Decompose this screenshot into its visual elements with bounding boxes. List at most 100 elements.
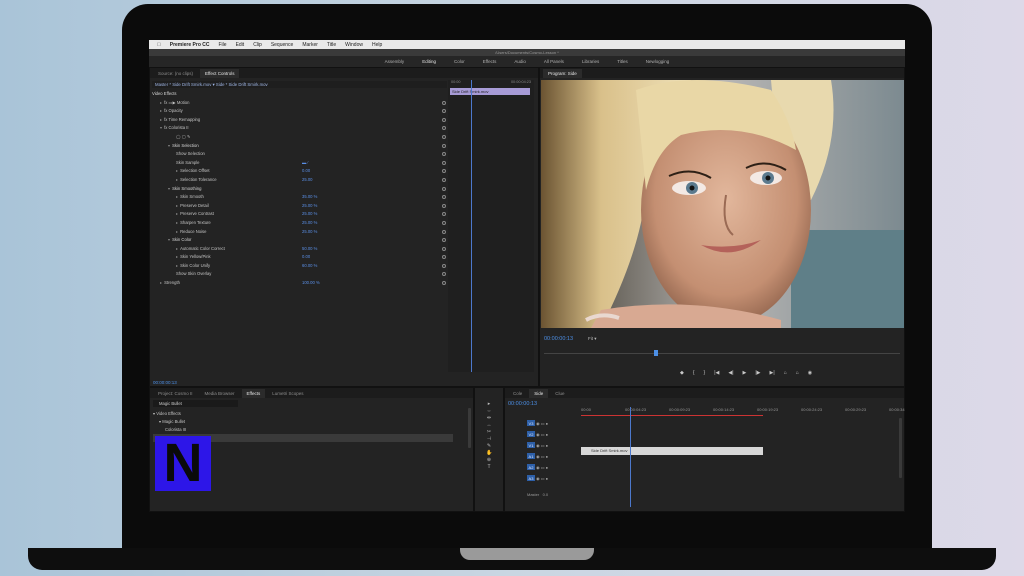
disclosure-triangle-icon[interactable]: ▸ (176, 254, 178, 259)
reset-icon[interactable] (442, 212, 446, 217)
master-value[interactable]: 0.0 (543, 492, 549, 497)
effect-property-row[interactable]: ▸ Skin Smooth 35.00 % (152, 193, 446, 202)
transport-button-0[interactable]: ◆ (680, 370, 684, 376)
tool-icon-8[interactable]: ⊕ (486, 457, 492, 463)
transport-button-8[interactable]: ⌂ (784, 370, 787, 376)
effect-controls-clip-header[interactable]: Master * Side Drift Smirk.mov ▾ Side * S… (152, 81, 447, 88)
effect-property-row[interactable]: ▸ Automatic Color Correct 50.00 % (152, 245, 446, 254)
workspace-effects[interactable]: Effects (483, 59, 497, 64)
effect-property-row[interactable]: ▸ Skin Yellow/Pink 0.00 (152, 253, 446, 262)
app-menu[interactable]: Premiere Pro CC (170, 42, 210, 48)
reset-icon[interactable] (442, 281, 446, 286)
tool-icon-6[interactable]: ✎ (486, 443, 492, 449)
menu-edit[interactable]: Edit (236, 42, 245, 48)
reset-icon[interactable] (442, 203, 446, 208)
reset-icon[interactable] (442, 195, 446, 200)
disclosure-triangle-icon[interactable]: ▾ (168, 237, 170, 242)
track-target-a3[interactable]: A3 (527, 475, 535, 481)
reset-icon[interactable] (442, 109, 446, 114)
effect-property-row[interactable]: Show Selection (152, 150, 446, 159)
track-toggle-icon[interactable]: ◉ ▭ ● (535, 465, 548, 470)
track-target-a2[interactable]: A2 (527, 464, 535, 470)
effect-property-row[interactable]: ▸ fx ▭▶ Motion (152, 99, 446, 108)
effect-property-row[interactable]: ▸ Preserve Detail 25.00 % (152, 202, 446, 211)
effects-search-input[interactable]: Magic Bullet (153, 400, 238, 407)
program-video-frame[interactable] (541, 80, 904, 328)
property-value[interactable]: ▬ ⁄ (302, 159, 308, 168)
menu-clip[interactable]: Clip (253, 42, 262, 48)
workspace-color[interactable]: Color (454, 59, 465, 64)
transport-button-1[interactable]: { (693, 370, 695, 376)
transport-button-10[interactable]: ◉ (808, 370, 812, 376)
transport-button-7[interactable]: ▶| (770, 370, 775, 376)
reset-icon[interactable] (442, 126, 446, 131)
effect-property-row[interactable]: ▸ Reduce Noise 25.00 % (152, 228, 446, 237)
menu-file[interactable]: File (219, 42, 227, 48)
program-scrubber[interactable] (544, 353, 900, 354)
workspace-libraries[interactable]: Libraries (582, 59, 599, 64)
workspace-titles[interactable]: Titles (617, 59, 628, 64)
tool-icon-5[interactable]: ⊣ (486, 436, 492, 442)
program-fit-dropdown[interactable]: Fit ▾ (588, 336, 597, 342)
transport-button-3[interactable]: |◀ (714, 370, 719, 376)
menu-sequence[interactable]: Sequence (271, 42, 294, 48)
track-target-v2[interactable]: V2 (527, 431, 535, 437)
effect-property-row[interactable]: ▸ Preserve Contrast 25.00 % (152, 210, 446, 219)
reset-icon[interactable] (442, 177, 446, 182)
menu-title[interactable]: Title (327, 42, 336, 48)
tool-icon-0[interactable]: ▸ (486, 401, 492, 407)
tab-effects-2[interactable]: Effects (241, 388, 266, 398)
menu-help[interactable]: Help (372, 42, 382, 48)
effect-property-row[interactable]: ▾ Skin Smoothing (152, 185, 446, 194)
effect-property-row[interactable]: ▸ Skin Color Unify 60.00 % (152, 262, 446, 271)
effect-property-row[interactable]: ▾ Skin Selection (152, 142, 446, 151)
reset-icon[interactable] (442, 152, 446, 157)
transport-button-9[interactable]: ⌂ (796, 370, 799, 376)
disclosure-triangle-icon[interactable]: ▸ (176, 229, 178, 234)
tool-icon-9[interactable]: T (486, 464, 492, 470)
property-value[interactable]: 35.00 % (302, 193, 317, 202)
tab-ec-0[interactable]: Source: (no clips) (153, 69, 198, 78)
effect-property-row[interactable]: ▾ Skin Color (152, 236, 446, 245)
track-target-v3[interactable]: V3 (527, 420, 535, 426)
effect-property-row[interactable]: ▸ fx Opacity (152, 107, 446, 116)
tab-ec-1[interactable]: Effect Controls (200, 68, 240, 78)
property-value[interactable]: 0.00 (302, 253, 310, 262)
property-value[interactable]: 25.00 % (302, 228, 317, 237)
effect-controls-mini-timeline[interactable]: 00:00 00:00:04:23 Side Drift Smirk.mov (448, 80, 534, 372)
menu-window[interactable]: Window (345, 42, 363, 48)
track-toggle-icon[interactable]: ◉ ▭ ● (535, 476, 548, 481)
effect-property-row[interactable]: ▸ Sharpen Texture 25.00 % (152, 219, 446, 228)
transport-button-2[interactable]: } (704, 370, 706, 376)
mini-timeline-clip[interactable]: Side Drift Smirk.mov (450, 88, 530, 95)
workspace-assembly[interactable]: Assembly (385, 59, 405, 64)
property-value[interactable]: 25.00 % (302, 219, 317, 228)
tab-program[interactable]: Program: Side (543, 68, 582, 78)
reset-icon[interactable] (442, 272, 446, 277)
track-target-v1[interactable]: V1 (527, 442, 535, 448)
track-toggle-icon[interactable]: ◉ ▭ ● (535, 454, 548, 459)
track-toggle-icon[interactable]: ◉ ▭ ● (535, 421, 548, 426)
disclosure-triangle-icon[interactable]: ▸ (176, 246, 178, 251)
tab-sequence-2[interactable]: Clue (550, 389, 569, 398)
timeline-clip[interactable]: Side Drift Smirk.mov (581, 447, 763, 455)
transport-button-4[interactable]: ◀| (728, 370, 733, 376)
disclosure-triangle-icon[interactable]: ▸ (176, 194, 178, 199)
program-playhead[interactable] (654, 350, 658, 356)
reset-icon[interactable] (442, 117, 446, 122)
effect-property-row[interactable]: ▸ Selection Tolerance 25.00 (152, 176, 446, 185)
effect-property-row[interactable]: Skin Sample ▬ ⁄ (152, 159, 446, 168)
workspace-editing[interactable]: Editing (422, 59, 436, 64)
disclosure-triangle-icon[interactable]: ▸ (160, 280, 162, 285)
timeline-scrollbar[interactable] (899, 418, 902, 478)
disclosure-triangle-icon[interactable]: ▸ (176, 220, 178, 225)
apple-icon[interactable]:  (157, 42, 161, 48)
transport-button-5[interactable]: ▶ (743, 370, 747, 376)
property-value[interactable]: 25.00 % (302, 210, 317, 219)
disclosure-triangle-icon[interactable]: ▾ (168, 186, 170, 191)
effect-property-row[interactable]: ▸ fx Time Remapping (152, 116, 446, 125)
tab-sequence-0[interactable]: Cole (508, 389, 527, 398)
effect-controls-timecode[interactable]: 00:00:00:13 (153, 380, 177, 385)
reset-icon[interactable] (442, 220, 446, 225)
effect-property-row[interactable]: Show Skin Overlay (152, 270, 446, 279)
